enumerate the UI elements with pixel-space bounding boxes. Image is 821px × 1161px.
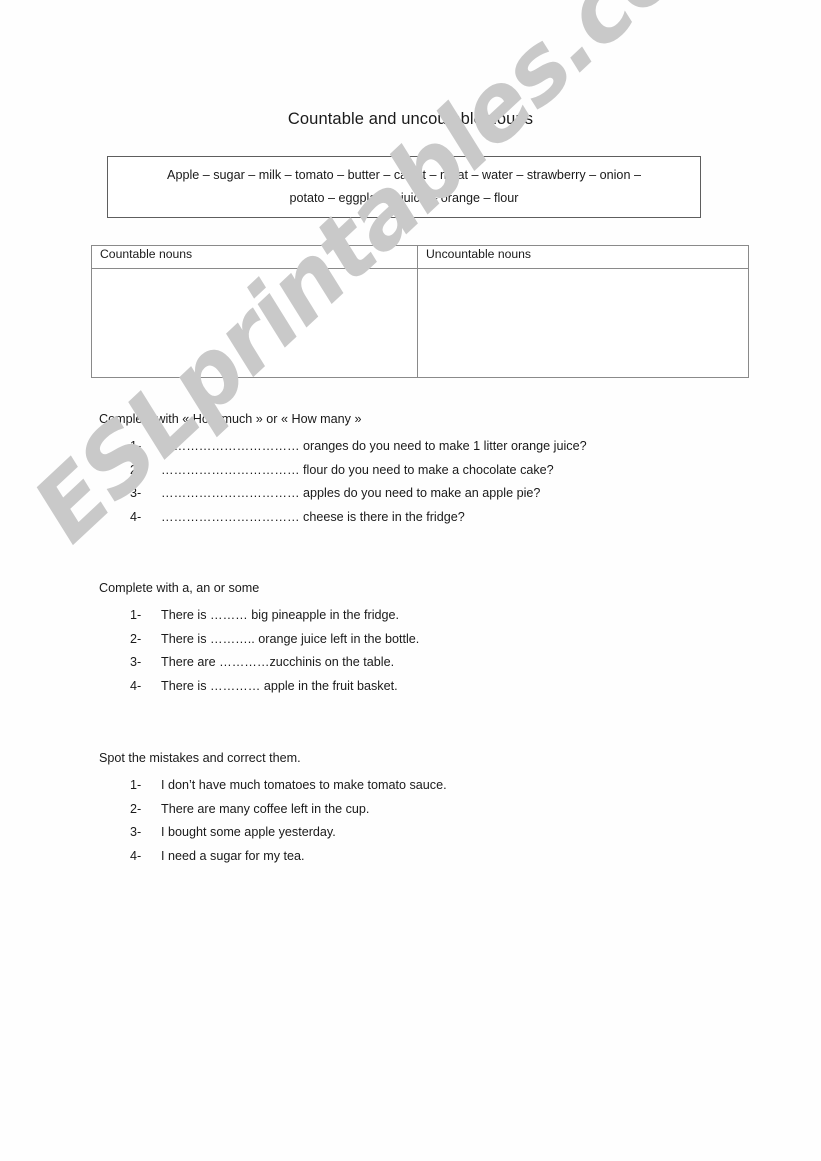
list-item: 4- There is ………… apple in the fruit bask… xyxy=(99,680,759,693)
exercise-heading: Spot the mistakes and correct them. xyxy=(99,751,301,765)
answer-cell-uncountable[interactable] xyxy=(417,268,749,378)
item-text[interactable]: There is ………… apple in the fruit basket. xyxy=(161,680,759,693)
item-text[interactable]: I don’t have much tomatoes to make tomat… xyxy=(161,779,759,792)
noun-bank-line-2: potato – eggplant – juice – orange – flo… xyxy=(289,191,519,205)
exercise-heading: Complete with « How much » or « How many… xyxy=(99,412,362,426)
exercise-item-list: 1- I don’t have much tomatoes to make to… xyxy=(99,779,759,862)
column-header-countable: Countable nouns xyxy=(91,245,418,269)
list-item: 1- There is ……… big pineapple in the fri… xyxy=(99,609,759,622)
item-text[interactable]: …………………………… oranges do you need to make … xyxy=(161,440,759,453)
list-item: 2- …………………………… flour do you need to make… xyxy=(99,462,759,477)
exercise-item-list: 1- There is ……… big pineapple in the fri… xyxy=(99,609,759,692)
item-number: 2- xyxy=(130,631,142,646)
list-item: 1- I don’t have much tomatoes to make to… xyxy=(99,779,759,792)
item-text[interactable]: There is ……… big pineapple in the fridge… xyxy=(161,609,759,622)
table-header-row: Countable nouns Uncountable nouns xyxy=(91,245,749,269)
list-item: 2- There is ……….. orange juice left in t… xyxy=(99,631,759,646)
item-text[interactable]: I bought some apple yesterday. xyxy=(161,826,759,839)
item-number: 2- xyxy=(130,462,142,477)
answer-cell-countable[interactable] xyxy=(91,268,418,378)
item-text[interactable]: …………………………… cheese is there in the fridg… xyxy=(161,511,759,524)
exercise-how-much-how-many: Complete with « How much » or « How many… xyxy=(99,412,759,523)
item-text[interactable]: I need a sugar for my tea. xyxy=(161,850,759,863)
item-number: 4- xyxy=(130,509,142,524)
list-item: 3- I bought some apple yesterday. xyxy=(99,826,759,839)
item-number: 4- xyxy=(130,848,142,863)
item-text[interactable]: …………………………… apples do you need to make a… xyxy=(161,487,759,500)
list-item: 1- …………………………… oranges do you need to ma… xyxy=(99,440,759,453)
item-number: 1- xyxy=(130,608,142,622)
list-item: 4- …………………………… cheese is there in the fr… xyxy=(99,511,759,524)
item-number: 3- xyxy=(130,825,142,840)
page-title: Countable and uncoutable nouns xyxy=(287,110,534,129)
item-number: 1- xyxy=(130,439,142,453)
item-text[interactable]: There is ……….. orange juice left in the … xyxy=(161,632,759,646)
exercise-spot-mistakes: Spot the mistakes and correct them. 1- I… xyxy=(99,751,759,862)
exercise-heading: Complete with a, an or some xyxy=(99,581,260,595)
table-row xyxy=(91,268,749,378)
list-item: 4- I need a sugar for my tea. xyxy=(99,850,759,863)
item-text[interactable]: There are many coffee left in the cup. xyxy=(161,802,759,816)
noun-bank-box: Apple – sugar – milk – tomato – butter –… xyxy=(107,156,701,218)
item-text[interactable]: There are …………zucchinis on the table. xyxy=(161,656,759,669)
exercise-a-an-some: Complete with a, an or some 1- There is … xyxy=(99,581,759,692)
noun-sorting-table: Countable nouns Uncountable nouns xyxy=(91,245,749,378)
list-item: 3- …………………………… apples do you need to mak… xyxy=(99,487,759,500)
item-number: 2- xyxy=(130,801,142,816)
exercise-item-list: 1- …………………………… oranges do you need to ma… xyxy=(99,440,759,523)
column-header-uncountable: Uncountable nouns xyxy=(417,245,749,269)
noun-bank-line-1: Apple – sugar – milk – tomato – butter –… xyxy=(167,167,641,182)
item-number: 3- xyxy=(130,655,142,670)
item-number: 3- xyxy=(130,486,142,501)
item-text[interactable]: …………………………… flour do you need to make a … xyxy=(161,463,759,477)
item-number: 4- xyxy=(130,678,142,693)
worksheet-page: Countable and uncoutable nouns Apple – s… xyxy=(0,0,821,1161)
list-item: 3- There are …………zucchinis on the table. xyxy=(99,656,759,669)
item-number: 1- xyxy=(130,778,142,792)
list-item: 2- There are many coffee left in the cup… xyxy=(99,801,759,816)
